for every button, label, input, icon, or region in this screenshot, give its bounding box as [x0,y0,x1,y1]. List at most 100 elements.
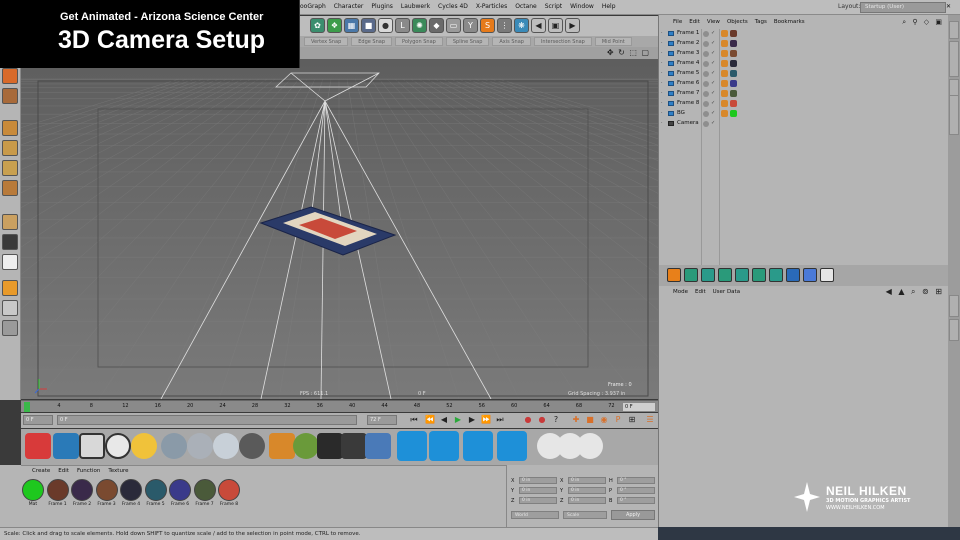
coord-mode-select[interactable]: World [511,511,559,519]
attribute-menu-item[interactable]: Edit [695,289,706,295]
object-row[interactable]: · Frame 6 ✓ [659,79,949,89]
flower-icon[interactable] [269,433,295,459]
check-icon[interactable]: ✓ [711,100,715,106]
render-settings-icon[interactable] [79,433,105,459]
visibility-dot[interactable] [703,41,709,47]
octane-cam-tag-icon[interactable] [820,268,834,282]
snap-option[interactable]: Axis Snap [492,37,531,46]
point-key-icon[interactable]: ⊞ [627,415,637,425]
attribute-menu-item[interactable]: Mode [673,289,688,295]
next-key-icon[interactable]: ⏩ [481,415,491,425]
grid-icon[interactable] [2,320,18,336]
model-mode-icon[interactable] [2,120,18,136]
coord-field[interactable]: 0 ° [617,497,655,504]
snap-option[interactable]: Mid Point [594,37,632,46]
object-name[interactable]: Frame 4 [677,60,699,66]
start-frame-field[interactable]: 0 F [23,415,53,425]
texture-mode-icon[interactable] [2,88,18,104]
material-swatch[interactable]: Frame 8 [218,479,240,507]
octane-light-tag-icon[interactable] [803,268,817,282]
menu-item[interactable]: Octane [515,3,537,10]
material-swatch[interactable]: Frame 1 [46,479,69,507]
check-icon[interactable]: ✓ [711,30,715,36]
sky-icon[interactable]: ✺ [412,18,427,33]
go-to-end-icon[interactable]: ⏭ [495,415,505,425]
texture-tag-icon[interactable] [721,30,728,37]
tweak-icon[interactable] [2,234,18,250]
material-menu-item[interactable]: Edit [58,468,69,474]
record-icon[interactable]: ● [523,415,533,425]
expand-icon[interactable]: · [661,80,663,86]
expand-icon[interactable]: · [661,120,663,126]
layers-tab[interactable] [949,95,959,135]
playhead-marker[interactable] [24,402,30,412]
glass-sphere-icon[interactable] [187,433,213,459]
sun-icon[interactable] [131,433,157,459]
snap-option[interactable]: Polygon Snap [395,37,443,46]
attribute-manager-tools[interactable]: ◀ ▲ ⌕ ⊚ ⊞ [886,287,944,297]
snap-option[interactable]: Edge Snap [351,37,393,46]
texture-tag-icon[interactable] [721,60,728,67]
material-menu-item[interactable]: Function [77,468,100,474]
object-name[interactable]: Frame 8 [677,100,699,106]
texture-tag-icon[interactable] [721,80,728,87]
texture-tag-icon[interactable] [721,90,728,97]
object-row[interactable]: · Frame 3 ✓ [659,49,949,59]
material-tag-icon[interactable] [730,80,737,87]
octane-tex-icon[interactable] [701,268,715,282]
material-tag-icon[interactable] [730,50,737,57]
octane-light-icon[interactable] [463,431,493,461]
coord-field[interactable]: 0 ° [617,487,655,494]
coord-field[interactable]: 0 in [568,477,606,484]
octane-hdri-icon[interactable] [429,431,459,461]
points-mode-icon[interactable] [2,140,18,156]
attributes-tab[interactable] [949,295,959,317]
autokey-icon[interactable]: ● [537,415,547,425]
object-row[interactable]: · BG ✓ [659,109,949,119]
object-name[interactable]: BG [677,110,685,116]
object-row[interactable]: · Camera ✓ [659,119,949,129]
polygons-mode-icon[interactable] [2,180,18,196]
texture-tag-icon[interactable] [721,110,728,117]
visibility-dot[interactable] [703,31,709,37]
object-name[interactable]: Frame 1 [677,30,699,36]
object-menu-item[interactable]: Objects [727,19,748,25]
material-tag-icon[interactable] [730,110,737,117]
timeline-end-field[interactable]: 0 F [622,402,656,412]
material-swatch[interactable]: Frame 7 [193,479,216,507]
camera-icon[interactable]: ■ [361,18,376,33]
object-row[interactable]: · Frame 2 ✓ [659,39,949,49]
play-icon[interactable]: ▶ [453,415,463,425]
floor-icon[interactable]: L [395,18,410,33]
generator-icon[interactable]: ❖ [327,18,342,33]
object-row[interactable]: · Frame 1 ✓ [659,29,949,39]
octane-fwd-icon[interactable] [786,268,800,282]
expand-icon[interactable]: · [661,110,663,116]
edges-mode-icon[interactable] [2,160,18,176]
settings-gear-icon[interactable] [341,433,367,459]
visibility-dot[interactable] [703,111,709,117]
check-icon[interactable]: ✓ [711,70,715,76]
object-name[interactable]: Frame 3 [677,50,699,56]
object-row[interactable]: · Frame 7 ✓ [659,89,949,99]
material-tag-icon[interactable] [730,70,737,77]
param-key-icon[interactable]: P [613,415,623,425]
coord-field[interactable]: 0 in [568,497,606,504]
snap-icon[interactable] [2,254,18,270]
viewport-nav-icons[interactable]: ✥ ↻ ⬚ ▢ [607,48,650,57]
object-name[interactable]: Frame 5 [677,70,699,76]
visibility-dot[interactable] [703,71,709,77]
material-tag-icon[interactable] [730,90,737,97]
check-icon[interactable]: ✓ [711,120,715,126]
coord-field[interactable]: 0 in [568,487,606,494]
snap-option[interactable]: Spline Snap [445,37,490,46]
check-icon[interactable]: ✓ [711,110,715,116]
coord-field[interactable]: 0 in [519,477,557,484]
material-tag-icon[interactable] [730,30,737,37]
timeline-menu-icon[interactable]: ☰ [645,415,655,425]
check-icon[interactable]: ✓ [711,50,715,56]
coord-field[interactable]: 0 in [519,487,557,494]
material-swatch[interactable]: Frame 2 [71,479,93,507]
clapper-3d-icon[interactable] [365,433,391,459]
menu-item[interactable]: ooGraph [300,3,326,10]
